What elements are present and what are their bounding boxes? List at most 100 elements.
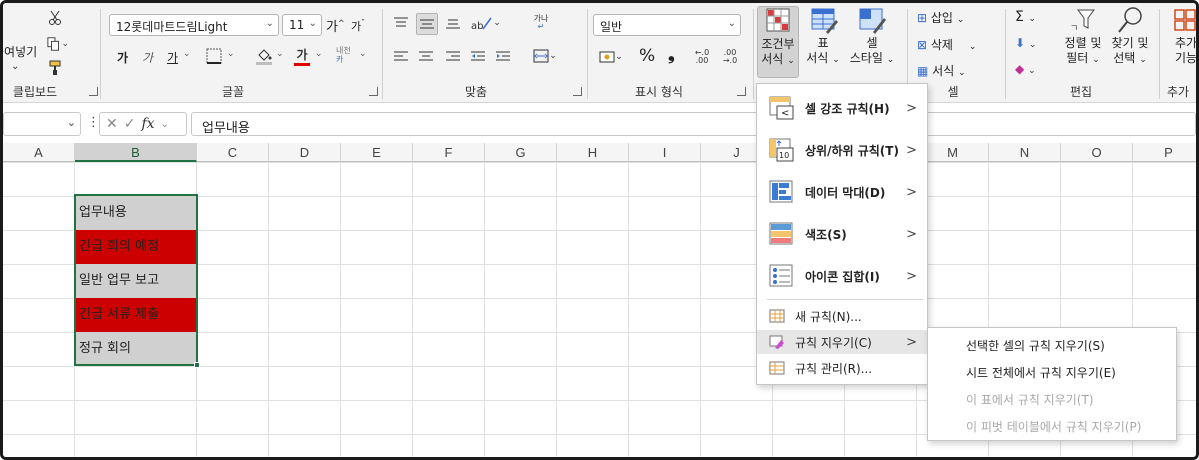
column-header-f[interactable]: F — [413, 143, 485, 162]
cell-styles-label-1: 셀 — [866, 36, 878, 50]
insert-label: 삽입 — [930, 11, 953, 25]
grow-font-button[interactable]: 가^ — [326, 16, 345, 35]
fill-color-icon[interactable] — [253, 45, 275, 67]
column-header-d[interactable]: D — [269, 143, 341, 162]
formula-input[interactable]: 업무내용 — [191, 112, 1196, 136]
cell-b3[interactable]: 일반 업무 보고 — [75, 264, 197, 298]
name-box[interactable]: ⌄ — [3, 112, 81, 136]
copy-icon[interactable]: ⌄ — [47, 35, 69, 53]
increase-decimal-icon[interactable]: ←.0.00 — [691, 47, 713, 67]
cf-item-top-bottom[interactable]: 10 상위/하위 규칙(T) > — [757, 130, 927, 170]
cut-icon[interactable] — [47, 9, 63, 27]
align-right-icon[interactable] — [443, 47, 463, 67]
autosum-button[interactable]: Σ ⌄ — [1015, 9, 1036, 25]
font-name-combo[interactable]: 12롯데마트드림Light ⌄ — [109, 14, 279, 36]
phonetic-button[interactable]: 내천 카 — [336, 46, 351, 64]
chevron-down-icon: ⌄ — [66, 116, 76, 129]
svg-text:ab: ab — [471, 21, 483, 31]
decrease-indent-icon[interactable] — [468, 47, 488, 67]
column-header-c[interactable]: C — [197, 143, 269, 162]
add-ins-button[interactable]: 추가 기능 — [1167, 6, 1196, 78]
align-center-icon[interactable] — [416, 47, 436, 67]
clear-button[interactable]: ◆ ⌄ — [1015, 62, 1036, 76]
fill-color-dropdown[interactable]: ⌄ — [276, 49, 284, 59]
column-header-p[interactable]: P — [1133, 143, 1196, 162]
font-color-icon[interactable]: 가 — [291, 45, 313, 67]
decrease-decimal-icon[interactable]: .00 →.0 — [719, 47, 741, 67]
column-header-o[interactable]: O — [1061, 143, 1133, 162]
manage-rules-item[interactable]: 규칙 관리(R)... — [757, 356, 927, 380]
cell-b5[interactable]: 정규 회의 — [75, 332, 197, 366]
font-size-combo[interactable]: 11 ⌄ — [282, 14, 322, 36]
cf-item-highlight-cells[interactable]: < 셀 강조 규칙(H) > — [757, 88, 927, 128]
align-left-icon[interactable] — [391, 47, 411, 67]
underline-dropdown[interactable]: ⌄ — [183, 49, 191, 59]
group-separator — [1005, 9, 1006, 99]
format-as-table-button[interactable]: 표 서식 ⌄ — [803, 6, 843, 78]
percent-button[interactable]: % — [639, 46, 655, 66]
clear-submenu-item[interactable]: 시트 전체에서 규칙 지우기(E) — [928, 359, 1176, 385]
accounting-format-icon[interactable]: ⌄ — [596, 47, 626, 67]
cell-b2[interactable]: 긴급 회의 예정 — [75, 230, 197, 264]
insert-function-icon[interactable]: fx — [141, 116, 154, 132]
cancel-icon[interactable]: ✕ — [106, 116, 118, 132]
align-top-icon[interactable] — [391, 13, 411, 33]
cell-b1[interactable]: 업무내용 — [75, 196, 197, 230]
enter-icon[interactable]: ✓ — [124, 116, 136, 132]
shrink-font-button[interactable]: 가ˇ — [351, 18, 365, 34]
cell-b4[interactable]: 긴급 서류 제출 — [75, 298, 197, 332]
font-dialog-launcher[interactable] — [369, 87, 378, 96]
chevron-right-icon: > — [906, 184, 917, 200]
clipboard-dialog-launcher[interactable] — [89, 87, 98, 96]
number-format-combo[interactable]: 일반 ⌄ — [593, 14, 741, 36]
underline-button[interactable]: 가 — [167, 49, 178, 66]
align-middle-icon[interactable] — [416, 13, 438, 35]
border-dropdown[interactable]: ⌄ — [227, 49, 235, 59]
format-cells-button[interactable]: ▦ 서식 ⌄ — [917, 62, 966, 79]
conditional-formatting-button[interactable]: 조건부 서식 ⌄ — [757, 6, 799, 78]
sort-filter-button[interactable]: ㄱ 정렬 및 필터 ⌄ — [1061, 6, 1105, 78]
bold-button[interactable]: 가 — [117, 49, 128, 66]
column-header-n[interactable]: N — [989, 143, 1061, 162]
clear-rules-item[interactable]: 규칙 지우기(C) > — [757, 330, 927, 354]
autosum-icon: Σ — [1015, 9, 1024, 25]
fill-button[interactable]: ⬇ ⌄ — [1015, 36, 1036, 50]
alignment-dialog-launcher[interactable] — [573, 87, 582, 96]
column-header-e[interactable]: E — [341, 143, 413, 162]
cf-item-color-scales[interactable]: 색조(S) > — [757, 214, 927, 254]
cf-item-icon-sets[interactable]: 아이콘 집합(I) > — [757, 256, 927, 296]
wrap-text-icon[interactable]: 가나 ↵ — [530, 12, 552, 34]
format-label: 서식 — [932, 64, 955, 78]
number-dialog-launcher[interactable] — [737, 87, 746, 96]
icon-sets-icon — [769, 264, 795, 288]
merge-center-icon[interactable]: ⌄ — [530, 45, 560, 67]
new-rule-item[interactable]: 새 규칙(N)... — [757, 304, 927, 328]
cf-item-data-bars[interactable]: 데이터 막대(D) > — [757, 172, 927, 212]
delete-cells-button[interactable]: ⊠ 삭제 ⌄ — [917, 36, 976, 53]
comma-button[interactable]: ❟ — [668, 45, 675, 65]
align-bottom-icon[interactable] — [443, 13, 463, 33]
italic-button[interactable]: 가 — [142, 49, 153, 66]
border-icon[interactable] — [203, 46, 225, 66]
increase-indent-icon[interactable] — [493, 47, 513, 67]
column-header-b[interactable]: B — [75, 143, 197, 162]
paste-label: 붙여넣기 — [3, 45, 38, 59]
fill-handle[interactable] — [194, 362, 200, 368]
insert-cells-button[interactable]: ⊞ 삽입 ⌄ — [917, 9, 964, 26]
font-color-dropdown[interactable]: ⌄ — [315, 49, 323, 59]
find-select-button[interactable]: 찾기 및 선택 ⌄ — [1107, 6, 1153, 78]
find-select-label-2: 선택 — [1113, 51, 1136, 65]
paste-dropdown-icon[interactable]: ⌄ — [11, 61, 19, 72]
column-header-a[interactable]: A — [3, 143, 75, 162]
clear-submenu-item[interactable]: 선택한 셀의 규칙 지우기(S) — [928, 332, 1176, 358]
chevron-down-icon[interactable]: ⌄ — [161, 119, 169, 130]
column-header-g[interactable]: G — [485, 143, 557, 162]
format-painter-icon[interactable] — [47, 59, 65, 77]
column-header-i[interactable]: I — [629, 143, 701, 162]
phonetic-dropdown[interactable]: ⌄ — [359, 49, 367, 59]
clear-rules-submenu: 선택한 셀의 규칙 지우기(S) 시트 전체에서 규칙 지우기(E) 이 표에서 규… — [927, 327, 1177, 441]
column-header-h[interactable]: H — [557, 143, 629, 162]
cell-styles-button[interactable]: 셀 스타일 ⌄ — [847, 6, 897, 78]
paste-button[interactable]: 붙여넣기 — [3, 43, 37, 60]
orientation-icon[interactable]: ab ⌄ — [471, 13, 501, 33]
